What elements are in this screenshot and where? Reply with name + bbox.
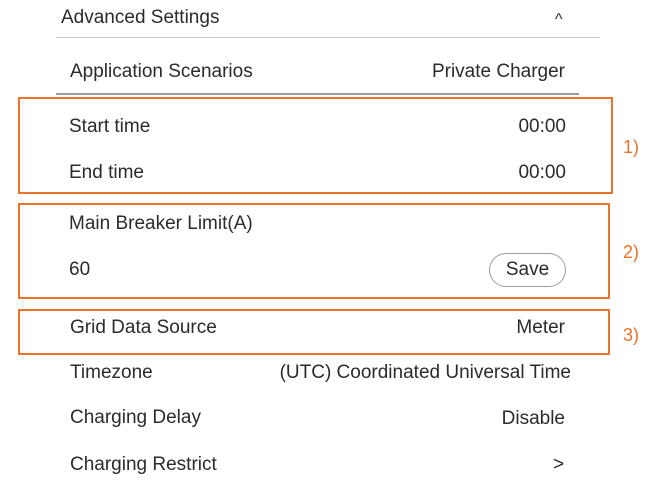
- timezone-label: Timezone: [70, 362, 153, 383]
- marker-one: 1): [623, 137, 640, 157]
- charging-delay-value: Disable: [501, 408, 565, 429]
- collapse-caret-icon[interactable]: ^: [555, 10, 563, 30]
- marker-two: 2): [623, 242, 640, 262]
- main-breaker-limit-value[interactable]: 60: [69, 259, 90, 281]
- chevron-right-icon[interactable]: >: [553, 454, 564, 476]
- save-button[interactable]: Save: [489, 253, 566, 287]
- advanced-settings-title: Advanced Settings: [61, 7, 220, 28]
- charging-restrict-label: Charging Restrict: [70, 454, 217, 475]
- start-time-value: 00:00: [518, 116, 566, 137]
- application-scenarios-value: Private Charger: [431, 61, 565, 82]
- charging-delay-label: Charging Delay: [70, 407, 201, 428]
- end-time-label: End time: [69, 162, 144, 183]
- end-time-value: 00:00: [518, 162, 566, 183]
- application-scenarios-label: Application Scenarios: [70, 61, 253, 82]
- start-time-label: Start time: [69, 116, 151, 137]
- grid-data-source-value: Meter: [516, 317, 565, 338]
- header-divider: [56, 37, 600, 38]
- grid-data-source-label: Grid Data Source: [70, 317, 217, 338]
- timezone-value: (UTC) Coordinated Universal Time: [279, 362, 571, 383]
- main-breaker-limit-label: Main Breaker Limit(A): [69, 213, 253, 234]
- marker-three: 3): [623, 325, 640, 345]
- application-divider: [56, 93, 579, 95]
